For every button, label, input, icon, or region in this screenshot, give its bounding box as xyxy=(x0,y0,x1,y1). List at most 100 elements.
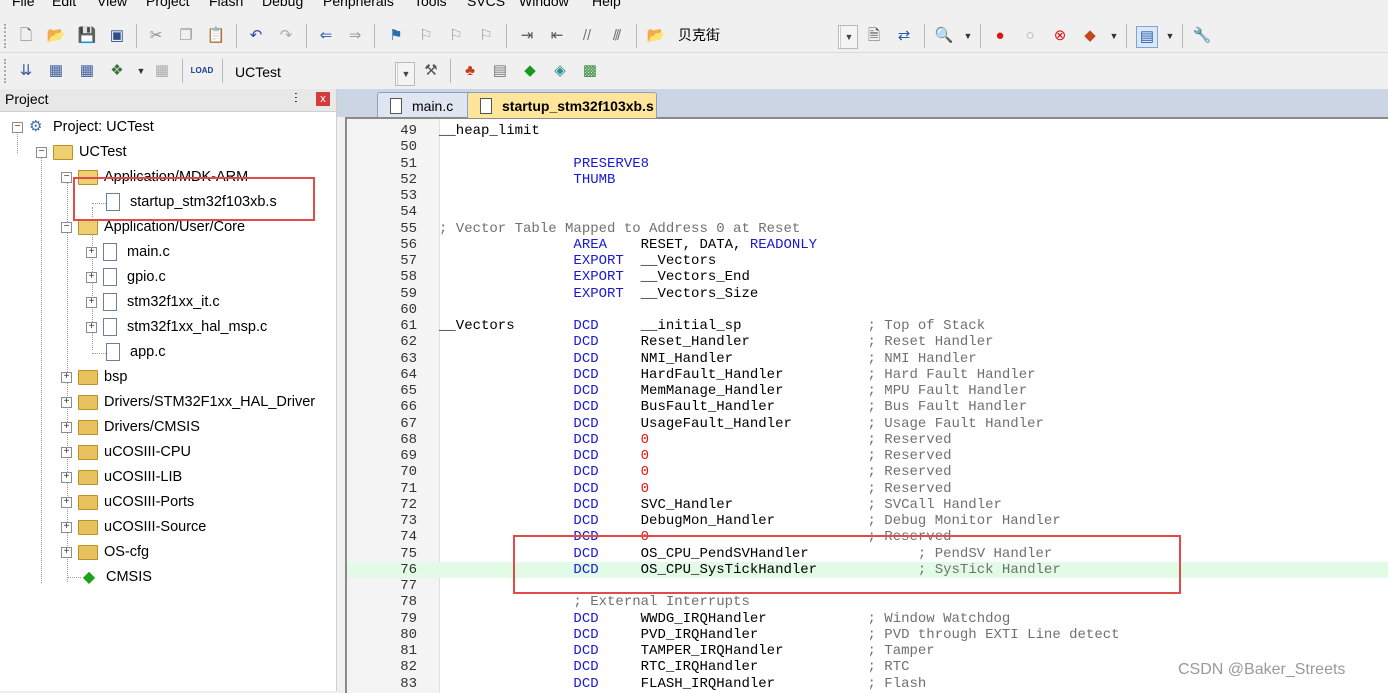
tree-item-gpio-c[interactable]: + gpio.c xyxy=(86,265,166,289)
bookmark-icon[interactable]: ⚑ xyxy=(386,26,406,46)
collapse-icon[interactable]: − xyxy=(36,146,47,158)
tree-item-project[interactable]: − ⚙ Project: UCTest xyxy=(12,115,154,139)
line-code[interactable]: DCD TAMPER_IRQHandler ; Tamper xyxy=(439,643,934,659)
target-options-icon[interactable]: ⚒ xyxy=(421,61,441,81)
tree-item-stm32f1xx-it-c[interactable]: + stm32f1xx_it.c xyxy=(86,290,220,314)
code-line[interactable]: 52 THUMB xyxy=(347,172,1388,188)
code-line[interactable]: 71 DCD 0 ; Reserved xyxy=(347,481,1388,497)
menu-svcs[interactable]: SVCS xyxy=(467,0,505,10)
menu-flash[interactable]: Flash xyxy=(209,0,243,10)
line-code[interactable]: EXPORT __Vectors_End xyxy=(439,269,749,285)
find-in-files-icon[interactable]: 📂 xyxy=(646,26,666,46)
code-line[interactable]: 62 DCD Reset_Handler ; Reset Handler xyxy=(347,334,1388,350)
next-bookmark-icon[interactable]: ⚐ xyxy=(446,26,466,46)
expand-icon[interactable]: + xyxy=(86,296,97,308)
code-line[interactable]: 73 DCD DebugMon_Handler ; Debug Monitor … xyxy=(347,513,1388,529)
code-line[interactable]: 79 DCD WWDG_IRQHandler ; Window Watchdog xyxy=(347,611,1388,627)
prev-bookmark-icon[interactable]: ⚐ xyxy=(416,26,436,46)
tree-item-app-c[interactable]: app.c xyxy=(106,340,165,364)
tree-item-cmsis[interactable]: ◆ CMSIS xyxy=(80,565,152,589)
line-code[interactable]: DCD FLASH_IRQHandler ; Flash xyxy=(439,676,926,692)
tree-item-ucosiii-source[interactable]: + uCOSIII-Source xyxy=(61,515,206,539)
navigate-back-icon[interactable]: ⇐ xyxy=(316,26,336,46)
kill-breakpoints-icon[interactable]: ⊗ xyxy=(1050,26,1070,46)
code-line[interactable]: 72 DCD SVC_Handler ; SVCall Handler xyxy=(347,497,1388,513)
chevron-down-icon[interactable]: ▼ xyxy=(958,26,978,46)
close-icon[interactable]: x xyxy=(316,92,330,106)
indent-icon[interactable]: ⇥ xyxy=(517,26,537,46)
code-editor[interactable]: 49 __heap_limit 50 51 PRESERVE8 52 THUMB 53 54… xyxy=(345,117,1388,693)
find-combo[interactable]: ▼ xyxy=(838,25,858,49)
manage-multi-project-icon[interactable]: ▤ xyxy=(490,61,510,81)
code-line[interactable]: 53 xyxy=(347,188,1388,204)
chevron-down-icon[interactable]: ▼ xyxy=(840,26,857,48)
incremental-find-icon[interactable]: ⇄ xyxy=(894,26,914,46)
code-line[interactable]: 56 AREA RESET, DATA, READONLY xyxy=(347,237,1388,253)
save-icon[interactable]: 💾 xyxy=(77,26,97,46)
chevron-down-icon[interactable]: ▼ xyxy=(1104,26,1124,46)
line-code[interactable]: DCD UsageFault_Handler ; Usage Fault Han… xyxy=(439,416,1044,432)
build-icon[interactable]: ▦ xyxy=(46,61,66,81)
tree-item-bsp[interactable]: + bsp xyxy=(61,365,127,389)
window-layout-icon[interactable]: ▤ xyxy=(1136,26,1158,48)
menu-window[interactable]: Window xyxy=(519,0,569,10)
menu-debug[interactable]: Debug xyxy=(262,0,303,10)
debug-session-icon[interactable]: 🔍 xyxy=(934,26,954,46)
toolbar-grip[interactable] xyxy=(4,59,9,83)
line-code[interactable]: AREA RESET, DATA, READONLY xyxy=(439,237,817,253)
menu-tools[interactable]: Tools xyxy=(414,0,447,10)
rebuild-icon[interactable]: ▦ xyxy=(77,61,97,81)
tree-item-os-cfg[interactable]: + OS-cfg xyxy=(61,540,149,564)
clear-bookmarks-icon[interactable]: ⚐ xyxy=(476,26,496,46)
collapse-icon[interactable]: − xyxy=(61,171,72,183)
code-line[interactable]: 49 __heap_limit xyxy=(347,123,1388,139)
manage-run-time-environment-icon[interactable]: ◆ xyxy=(520,61,540,81)
line-code[interactable]: DCD 0 ; Reserved xyxy=(439,464,951,480)
translate-icon[interactable]: ⇊ xyxy=(16,61,36,81)
line-code[interactable]: DCD HardFault_Handler ; Hard Fault Handl… xyxy=(439,367,1035,383)
line-code[interactable]: EXPORT __Vectors_Size xyxy=(439,286,758,302)
line-code[interactable]: DCD 0 ; Reserved xyxy=(439,432,951,448)
comment-icon[interactable]: // xyxy=(577,26,597,46)
chevron-down-icon[interactable]: ▼ xyxy=(131,61,151,81)
tree-item-stm32f1xx-hal-msp-c[interactable]: + stm32f1xx_hal_msp.c xyxy=(86,315,267,339)
menu-file[interactable]: File xyxy=(12,0,35,10)
tree-item-ucosiii-ports[interactable]: + uCOSIII-Ports xyxy=(61,490,194,514)
menu-edit[interactable]: Edit xyxy=(52,0,76,10)
menu-peripherals[interactable]: Peripherals xyxy=(323,0,394,10)
collapse-icon[interactable]: − xyxy=(12,121,23,133)
line-code[interactable]: DCD 0 ; Reserved xyxy=(439,448,951,464)
code-line[interactable]: 57 EXPORT __Vectors xyxy=(347,253,1388,269)
disable-breakpoint-icon[interactable]: ○ xyxy=(1020,26,1040,46)
pin-icon[interactable]: ⵗ xyxy=(294,91,298,105)
line-code[interactable]: DCD MemManage_Handler ; MPU Fault Handle… xyxy=(439,383,1027,399)
code-line[interactable]: 69 DCD 0 ; Reserved xyxy=(347,448,1388,464)
expand-icon[interactable]: + xyxy=(61,446,72,458)
menu-project[interactable]: Project xyxy=(146,0,190,10)
navigate-forward-icon[interactable]: ⇒ xyxy=(345,26,365,46)
code-line[interactable]: 65 DCD MemManage_Handler ; MPU Fault Han… xyxy=(347,383,1388,399)
code-line[interactable]: 68 DCD 0 ; Reserved xyxy=(347,432,1388,448)
unindent-icon[interactable]: ⇤ xyxy=(547,26,567,46)
target-name[interactable]: UCTest xyxy=(235,62,281,82)
cut-icon[interactable]: ✂ xyxy=(146,26,166,46)
new-file-icon[interactable]: 🗋 xyxy=(16,26,36,46)
code-line[interactable]: 60 xyxy=(347,302,1388,318)
line-code[interactable]: __Vectors DCD __initial_sp ; Top of Stac… xyxy=(439,318,985,334)
expand-icon[interactable]: + xyxy=(61,421,72,433)
code-line[interactable]: 78 ; External Interrupts xyxy=(347,594,1388,610)
batch-build-icon[interactable]: ❖ xyxy=(107,61,127,81)
expand-icon[interactable]: + xyxy=(86,271,97,283)
code-line[interactable]: 61 __Vectors DCD __initial_sp ; Top of St… xyxy=(347,318,1388,334)
code-line[interactable]: 50 xyxy=(347,139,1388,155)
tree-item-main-c[interactable]: + main.c xyxy=(86,240,170,264)
tree-item-ucosiii-lib[interactable]: + uCOSIII-LIB xyxy=(61,465,182,489)
tab-startup-stm32f103xb-s[interactable]: startup_stm32f103xb.s xyxy=(467,92,657,118)
line-code[interactable]: __heap_limit xyxy=(439,123,540,139)
line-code[interactable]: DCD RTC_IRQHandler ; RTC xyxy=(439,659,909,675)
code-line[interactable]: 54 xyxy=(347,204,1388,220)
expand-icon[interactable]: + xyxy=(86,246,97,258)
line-code[interactable]: PRESERVE8 xyxy=(439,156,649,172)
menu-help[interactable]: Help xyxy=(592,0,621,10)
tree-item-uctest[interactable]: − UCTest xyxy=(36,140,127,164)
